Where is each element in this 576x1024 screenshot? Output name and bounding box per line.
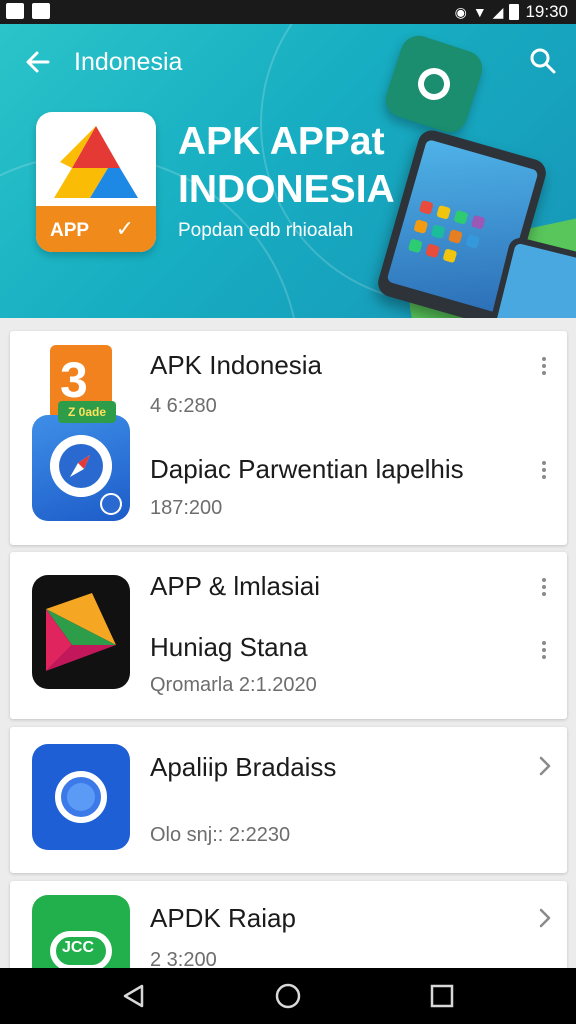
home-circle-icon[interactable] <box>274 982 302 1010</box>
notification-icon <box>32 3 50 19</box>
battery-icon <box>509 4 520 20</box>
logo-ribbon: APP <box>36 206 156 252</box>
arrow-left-icon[interactable] <box>22 46 54 78</box>
app-meta: Olo snj:: 2:2230 <box>150 824 291 846</box>
more-icon[interactable] <box>532 635 556 665</box>
headline-line-1: APK APPat <box>178 120 385 163</box>
app-title[interactable]: APK Indonesia <box>150 350 322 381</box>
app-title[interactable]: APDK Raiap <box>150 903 296 934</box>
play-triangle-app-icon <box>32 575 130 689</box>
camera-lens-app-icon <box>32 744 130 850</box>
more-icon[interactable] <box>532 351 556 381</box>
wifi-icon: ▼ <box>472 4 487 20</box>
image-icon <box>6 3 24 19</box>
banner-headline: APK APPat INDONESIA <box>178 118 395 214</box>
app-card[interactable]: 3 Z 0ade APK Indonesia 4 6:280 Dapiac Pa… <box>10 331 567 545</box>
back-triangle-icon[interactable] <box>120 982 148 1010</box>
badge-tag: Z 0ade <box>58 401 116 423</box>
signal-icon: ◢ <box>492 4 504 20</box>
compass-app-icon <box>32 415 130 521</box>
app-icon-text: JCC <box>62 939 95 956</box>
triangle-logo-icon <box>46 593 116 671</box>
app-meta: Qromarla 2:1.2020 <box>150 674 317 696</box>
page-title: Indonesia <box>74 48 183 76</box>
recents-square-icon[interactable] <box>428 982 456 1010</box>
app-title[interactable]: Apaliip Bradaiss <box>150 752 336 783</box>
settings-icon <box>100 493 122 515</box>
app-card[interactable]: Apaliip Bradaiss Olo snj:: 2:2230 <box>10 727 567 873</box>
triangle-logo-icon <box>54 126 138 198</box>
app-title[interactable]: Huniag Stana <box>150 632 308 663</box>
chevron-right-icon[interactable] <box>535 751 555 781</box>
search-icon[interactable] <box>528 46 558 76</box>
navigation-bar <box>0 968 576 1024</box>
app-meta: 187:200 <box>150 497 223 519</box>
status-bar: ◉ ▼ ◢ 19:30 <box>0 0 576 24</box>
status-time: 19:30 <box>525 2 568 21</box>
status-notifications <box>6 3 50 19</box>
compass-icon <box>50 435 112 497</box>
header-banner: Indonesia APP ✓ APK APPat INDONESIA Popd… <box>0 24 576 318</box>
chevron-right-icon[interactable] <box>535 903 555 933</box>
banner-subtitle: Popdan edb rhioalah <box>178 220 354 241</box>
app-card[interactable]: APP & lmlasiai Huniag Stana Qromarla 2:1… <box>10 552 567 719</box>
location-icon: ◉ <box>454 4 467 20</box>
app-meta: 4 6:280 <box>150 395 217 417</box>
apk-app-logo: APP ✓ <box>36 112 156 252</box>
more-icon[interactable] <box>532 455 556 485</box>
status-indicators: ◉ ▼ ◢ 19:30 <box>455 2 568 22</box>
app-title[interactable]: APP & lmlasiai <box>150 571 320 602</box>
more-icon[interactable] <box>532 572 556 602</box>
check-icon: ✓ <box>115 216 134 241</box>
app-title[interactable]: Dapiac Parwentian lapelhis <box>150 454 464 485</box>
headline-line-2: INDONESIA <box>178 168 395 211</box>
